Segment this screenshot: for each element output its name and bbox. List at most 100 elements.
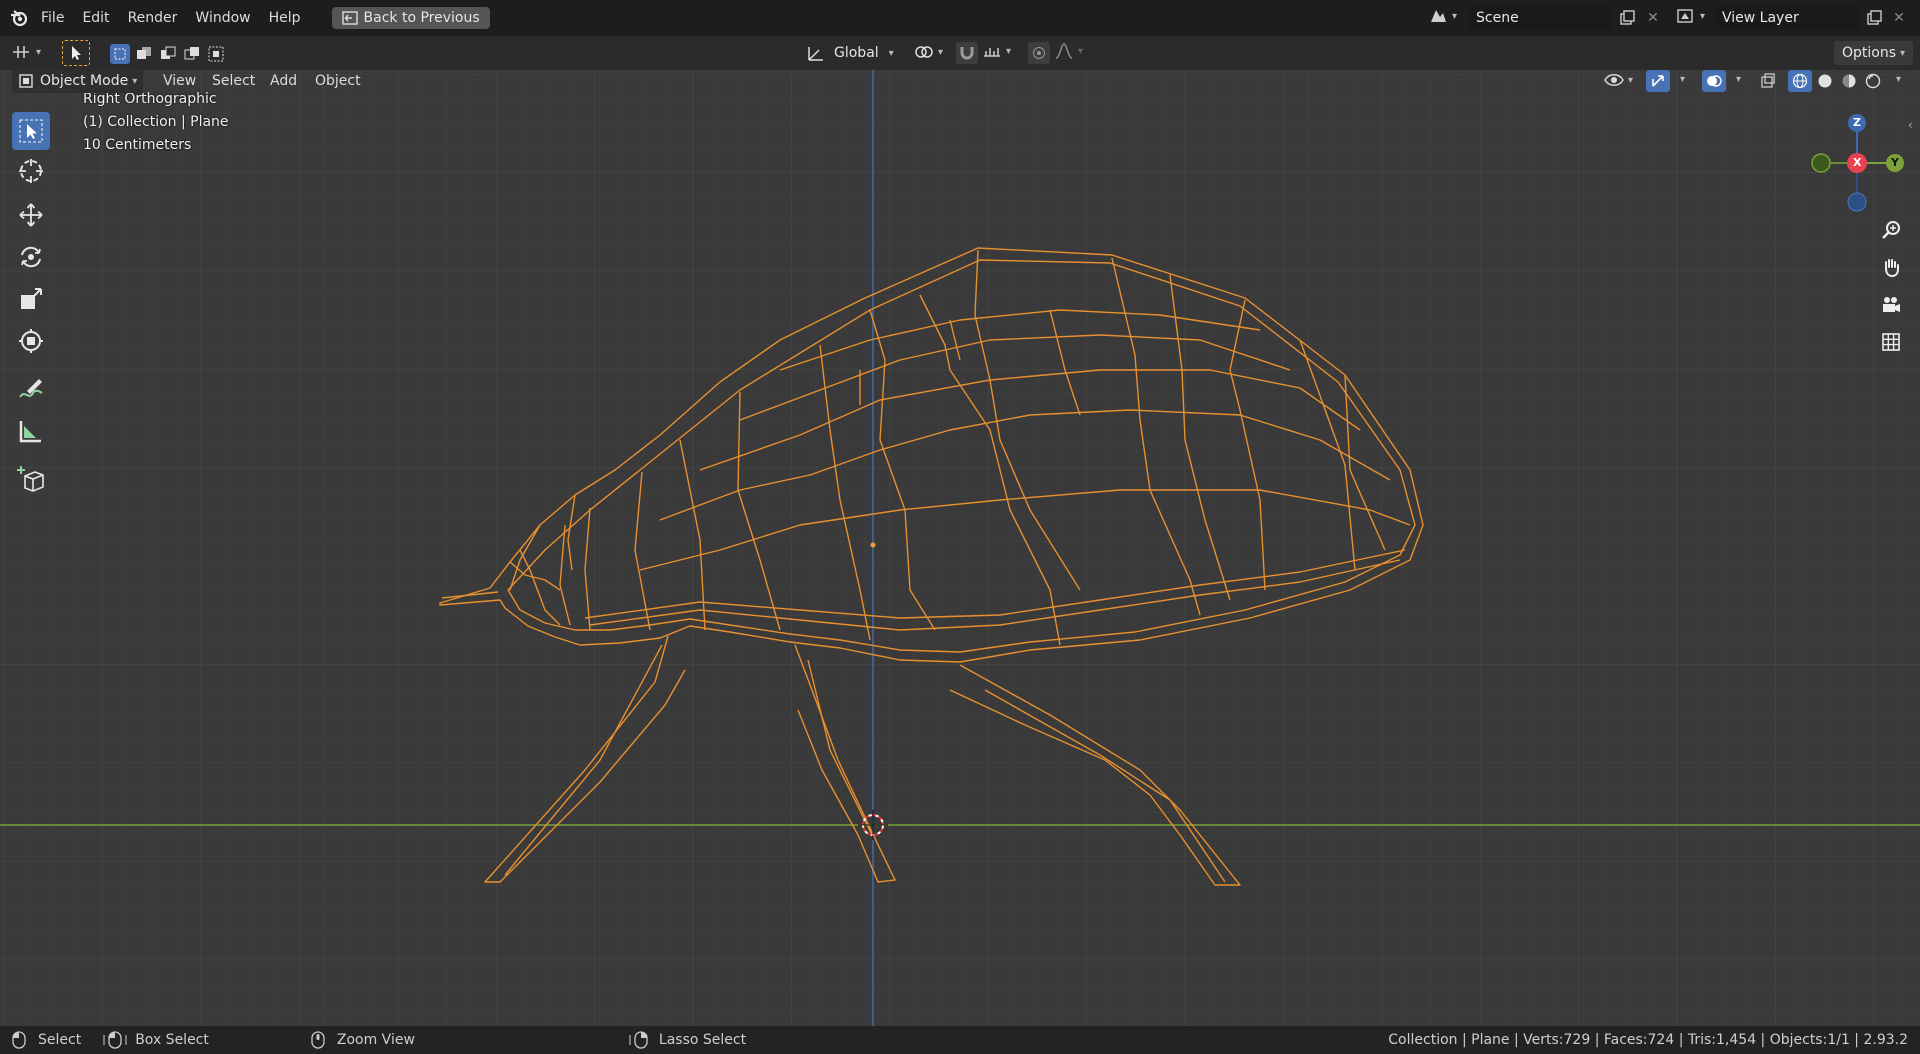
gizmo-dropdown-arrow[interactable]: ▾ <box>1680 74 1685 85</box>
tool-cursor[interactable] <box>12 152 50 190</box>
shading-solid-button[interactable] <box>1813 70 1837 92</box>
overlays-toggle-button[interactable] <box>1702 70 1726 92</box>
delete-scene-icon[interactable]: ✕ <box>1640 5 1666 31</box>
tool-select-box[interactable] <box>12 112 50 150</box>
solid-sphere-icon <box>1818 74 1832 88</box>
delete-view-layer-icon[interactable]: ✕ <box>1886 5 1912 31</box>
gizmo-toggle-button[interactable] <box>1646 70 1670 92</box>
menu-edit[interactable]: Edit <box>73 10 118 26</box>
new-scene-icon[interactable] <box>1614 5 1640 31</box>
overlays-dropdown-arrow[interactable]: ▾ <box>1736 74 1741 85</box>
menu-select[interactable]: Select <box>203 73 264 89</box>
3d-viewport[interactable]: Right Orthographic (1) Collection | Plan… <box>0 70 1920 1026</box>
object-mode-dropdown[interactable]: Object Mode ▾ <box>12 70 144 93</box>
add-cube-icon <box>17 466 44 492</box>
select-mode-invert-button[interactable] <box>182 44 202 64</box>
options-dropdown[interactable]: Options ▾ <box>1834 41 1914 65</box>
select-mode-extend-button[interactable] <box>134 44 154 64</box>
view-name-label: Right Orthographic <box>83 91 217 107</box>
back-to-previous-label: Back to Previous <box>363 10 480 26</box>
xray-icon <box>1761 73 1775 88</box>
status-box-select: Box Select <box>103 1031 209 1049</box>
tool-scale[interactable] <box>12 280 50 318</box>
menu-add[interactable]: Add <box>261 73 306 89</box>
back-to-previous-button[interactable]: Back to Previous <box>331 7 490 29</box>
menu-view[interactable]: View <box>154 73 205 89</box>
tool-settings-bar: ▾ Global ▾ ▾ ▾ ▾ Options ▾ <box>0 36 1920 70</box>
camera-view-button[interactable] <box>1876 290 1906 320</box>
viewport-canvas[interactable] <box>0 70 1920 1026</box>
cursor-icon <box>19 159 43 183</box>
rendered-sphere-icon <box>1865 73 1881 89</box>
zoom-button[interactable] <box>1876 215 1906 245</box>
camera-icon <box>1883 297 1900 312</box>
tool-measure[interactable] <box>12 412 50 450</box>
menu-file[interactable]: File <box>32 10 73 26</box>
status-zoom-view: Zoom View <box>311 1031 415 1049</box>
tool-rotate[interactable] <box>12 238 50 276</box>
tool-add-cube[interactable] <box>12 460 50 498</box>
perspective-toggle-button[interactable] <box>1876 327 1906 357</box>
editor-type-button[interactable]: ▾ <box>10 42 41 62</box>
view-layer-selector-button[interactable]: ▾ <box>1676 7 1705 25</box>
active-tool-button[interactable] <box>62 40 90 66</box>
select-mode-intersect-button[interactable] <box>206 44 226 64</box>
collection-info-label: (1) Collection | Plane <box>83 114 229 130</box>
scene-name-field[interactable]: Scene <box>1468 6 1612 30</box>
scene-selector-button[interactable]: ▾ <box>1428 7 1457 25</box>
menu-object[interactable]: Object <box>306 73 370 89</box>
status-bar: Select Box Select Zoom View Lasso Select… <box>0 1026 1920 1054</box>
status-lasso-select: Lasso Select <box>629 1031 746 1049</box>
falloff-curve-icon <box>1055 43 1073 59</box>
options-label: Options <box>1842 45 1897 61</box>
tool-transform[interactable] <box>12 322 50 360</box>
select-box-icon <box>19 119 43 143</box>
annotate-icon <box>19 379 43 398</box>
tool-move[interactable] <box>12 196 50 234</box>
orientation-label: Global <box>834 45 879 61</box>
wireframe-sphere-icon <box>1792 73 1808 89</box>
shading-rendered-button[interactable] <box>1861 70 1885 92</box>
view-layer-name-field[interactable]: View Layer <box>1714 6 1860 30</box>
pivot-icon <box>915 46 933 58</box>
proportional-icon <box>1033 47 1045 59</box>
zoom-icon <box>1882 221 1900 239</box>
shading-material-button[interactable] <box>1837 70 1861 92</box>
shading-wireframe-button[interactable] <box>1788 70 1812 92</box>
menu-help[interactable]: Help <box>260 10 310 26</box>
transform-orientation-dropdown[interactable]: Global ▾ <box>806 42 894 64</box>
shading-dropdown-arrow[interactable]: ▾ <box>1896 74 1901 85</box>
orientation-icon <box>808 47 823 61</box>
select-mode-new-button[interactable] <box>110 44 130 64</box>
falloff-dropdown[interactable]: ▾ <box>1054 42 1083 60</box>
mouse-left-icon <box>12 1031 26 1049</box>
grid-scale-label: 10 Centimeters <box>83 137 192 153</box>
visibility-dropdown[interactable]: ▾ <box>1604 72 1633 88</box>
menu-window[interactable]: Window <box>186 10 259 26</box>
snap-target-dropdown[interactable]: ▾ <box>982 42 1011 60</box>
grid-icon <box>1882 333 1900 351</box>
menu-render[interactable]: Render <box>119 10 187 26</box>
view-layer-icon <box>1677 9 1693 23</box>
pan-button[interactable] <box>1876 252 1906 282</box>
gizmo-x-label: X <box>1853 156 1862 169</box>
magnet-icon <box>960 47 974 60</box>
top-bar: File Edit Render Window Help Back to Pre… <box>0 0 1920 36</box>
object-mode-icon <box>19 74 33 88</box>
snap-toggle-button[interactable] <box>956 42 978 64</box>
status-zoom-view-label: Zoom View <box>336 1032 415 1048</box>
snap-increment-icon <box>984 48 1000 57</box>
mouse-middle-icon <box>311 1031 325 1049</box>
xray-toggle-button[interactable] <box>1756 70 1780 92</box>
proportional-edit-button[interactable] <box>1028 42 1050 64</box>
select-mode-subtract-button[interactable] <box>158 44 178 64</box>
tool-annotate[interactable] <box>12 370 50 408</box>
new-view-layer-icon[interactable] <box>1861 5 1887 31</box>
editor-type-icon <box>13 46 29 58</box>
mouse-right-drag-icon <box>629 1031 648 1049</box>
blender-logo-icon[interactable] <box>6 5 32 31</box>
back-icon <box>341 11 358 25</box>
hand-icon <box>1885 259 1899 278</box>
status-lasso-select-label: Lasso Select <box>658 1032 747 1048</box>
pivot-point-dropdown[interactable]: ▾ <box>912 42 943 62</box>
